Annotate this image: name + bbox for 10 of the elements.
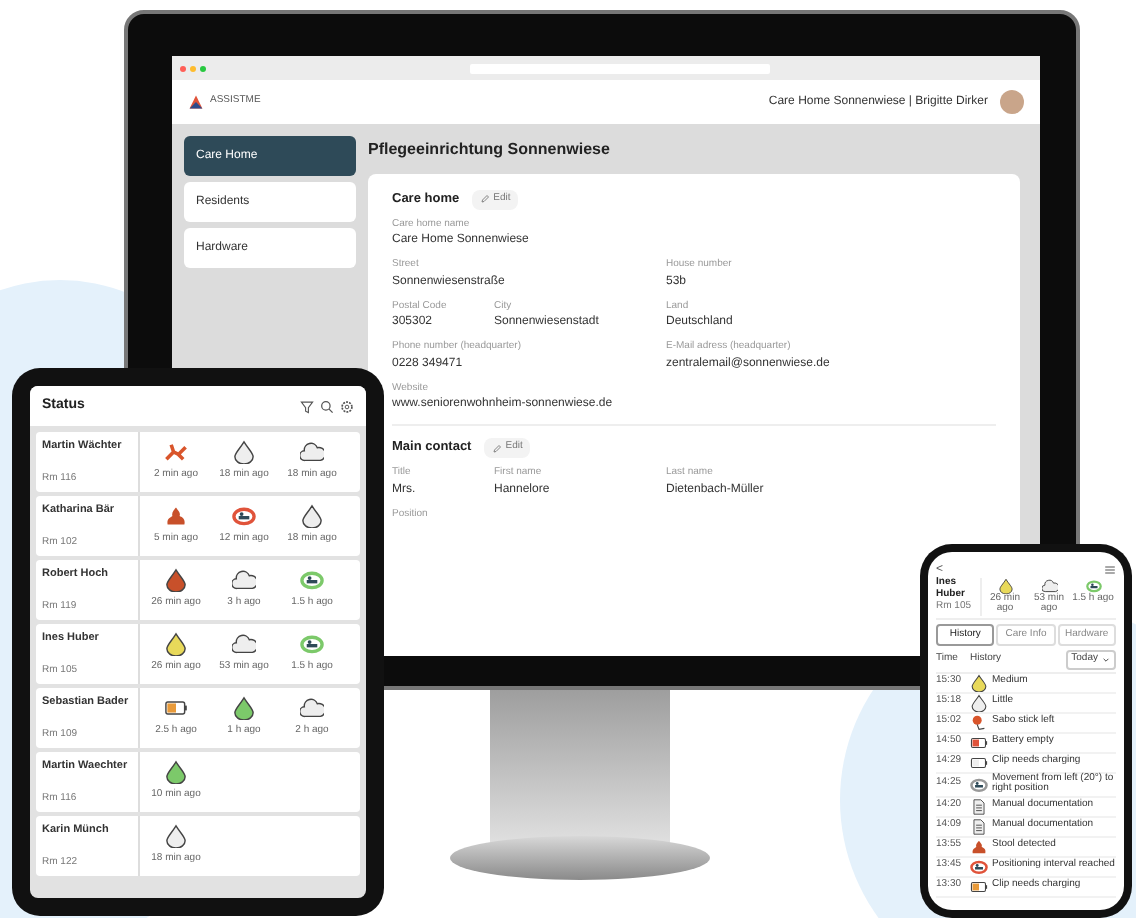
pencil-icon — [479, 194, 490, 205]
settings-icon[interactable] — [340, 399, 354, 413]
avatar[interactable] — [1000, 90, 1024, 114]
triangle-logo-icon — [188, 94, 204, 110]
chevron-down-icon — [1102, 655, 1110, 664]
menu-icon[interactable] — [1104, 564, 1116, 576]
filter-icon[interactable] — [300, 399, 314, 413]
page-title: Pflegeeinrichtung Sonnenwiese — [368, 138, 612, 162]
search-icon[interactable] — [320, 399, 334, 413]
pencil-icon — [491, 443, 502, 454]
